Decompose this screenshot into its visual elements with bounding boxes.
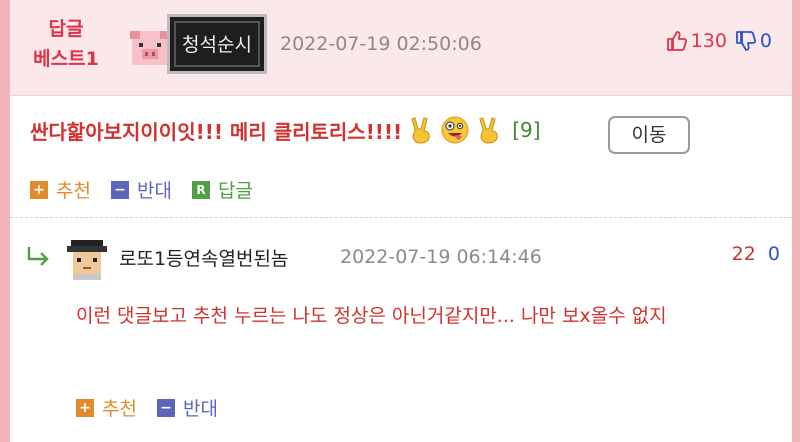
recommend-button[interactable]: + 추천 — [30, 176, 91, 203]
comment-body: 싼다핥아보지이이잇!!! 메리 클리토리스!!!! — [30, 119, 403, 144]
best-comment-header: 답글 베스트1 청석순시 2022-07-19 02:50:06 130 0 — [10, 0, 792, 96]
zany-face-icon — [440, 115, 470, 145]
reply-label: 답글 — [217, 180, 253, 202]
minus-icon: − — [156, 398, 175, 417]
comment-date: 2022-07-19 02:50:06 — [280, 33, 482, 55]
victory-hand-icon — [406, 115, 436, 145]
best-badge-line2: 베스트1 — [33, 48, 99, 70]
reply-upvote-count: 22 — [731, 243, 756, 265]
reply-recommend-label: 추천 — [102, 398, 137, 420]
reply-vote-summary: 22 0 — [732, 243, 780, 265]
recommend-label: 추천 — [56, 180, 91, 202]
oppose-label: 반대 — [136, 180, 172, 202]
vote-summary: 130 0 — [666, 30, 772, 52]
reply-downvote-count: 0 — [767, 243, 780, 265]
reply-recommend-button[interactable]: + 추천 — [76, 394, 137, 421]
reply-author-nickname[interactable]: 로또1등연속열번된놈 — [119, 244, 288, 271]
plus-icon: + — [30, 180, 48, 199]
reply-count[interactable]: [9] — [512, 118, 540, 142]
reply-actions: + 추천 − 반대 — [76, 394, 238, 421]
thumbs-down-icon[interactable] — [735, 30, 757, 52]
victory-hand-icon — [474, 115, 504, 145]
plus-icon: + — [76, 398, 94, 417]
reply-badge-icon: R — [191, 180, 210, 199]
reply-date: 2022-07-19 06:14:46 — [340, 246, 542, 268]
minus-icon: − — [110, 180, 129, 199]
best-badge: 답글 베스트1 — [22, 14, 110, 74]
reply-arrow-icon — [27, 247, 49, 266]
best-comment-text: 싼다핥아보지이이잇!!! 메리 클리토리스!!!! [9] — [30, 115, 541, 145]
reply-oppose-button[interactable]: − 반대 — [156, 394, 218, 421]
author-nickname-box[interactable]: 청석순시 — [167, 14, 267, 74]
upvote-count: 130 — [690, 30, 727, 52]
oppose-button[interactable]: − 반대 — [110, 176, 172, 203]
author-nickname[interactable]: 청석순시 — [174, 21, 260, 67]
best-badge-line1: 답글 — [48, 18, 84, 40]
move-button[interactable]: 이동 — [608, 116, 690, 154]
reply-button[interactable]: R 답글 — [191, 176, 253, 203]
divider — [10, 217, 792, 221]
reply-body: 이런 댓글보고 추천 누르는 나도 정상은 아닌거같지만... 나만 보x올수 … — [76, 305, 667, 327]
best-comment-actions: + 추천 − 반대 R 답글 — [30, 176, 273, 203]
downvote-count: 0 — [759, 30, 772, 52]
reply-oppose-label: 반대 — [182, 398, 218, 420]
thumbs-up-icon[interactable] — [666, 30, 688, 52]
pixel-avatar-icon[interactable] — [65, 236, 109, 280]
comment-panel: 답글 베스트1 청석순시 2022-07-19 02:50:06 130 0 싼… — [10, 0, 792, 442]
